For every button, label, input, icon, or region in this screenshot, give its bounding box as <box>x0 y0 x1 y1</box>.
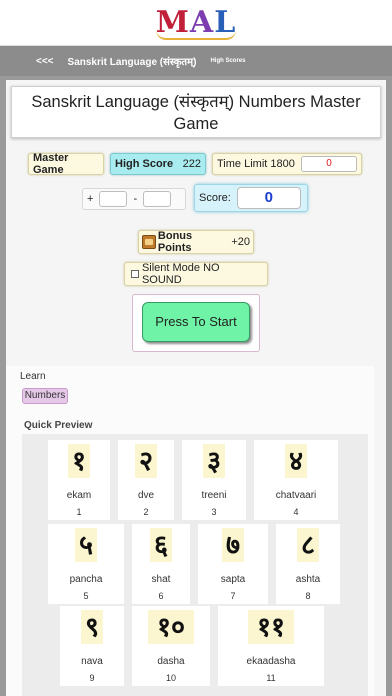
number-value: 5 <box>83 591 89 601</box>
high-score-value: 222 <box>182 158 201 170</box>
plus-label: + <box>87 193 94 205</box>
number-word: nava <box>81 656 103 667</box>
number-glyph: १ <box>71 446 87 477</box>
number-word: treeni <box>201 490 227 501</box>
number-card[interactable]: ८ ashta 8 <box>276 524 340 604</box>
back-link[interactable]: <<< <box>36 56 54 67</box>
number-word: shat <box>151 574 171 585</box>
number-word: pancha <box>69 574 103 585</box>
high-score-badge: High Score 222 <box>110 153 206 175</box>
high-score-label: High Score <box>115 158 174 170</box>
number-card[interactable]: ११ ekaadasha 11 <box>218 606 324 686</box>
time-limit-label: Time Limit 1800 <box>217 158 295 170</box>
number-value: 8 <box>305 591 311 601</box>
nav-title-link[interactable]: Sanskrit Language (संस्कृतम्) <box>68 54 197 68</box>
master-game-label: Master Game <box>33 152 69 176</box>
number-value: 2 <box>143 507 149 517</box>
number-value: 9 <box>89 673 95 683</box>
number-card[interactable]: ४ chatvaari 4 <box>254 440 338 520</box>
number-glyph: ९ <box>84 612 100 643</box>
app-header: MAL <box>0 0 392 46</box>
number-value: 1 <box>76 507 82 517</box>
number-word: ekam <box>66 490 92 501</box>
plus-input[interactable] <box>99 191 128 207</box>
high-scores-link[interactable]: High Scores <box>210 58 245 64</box>
number-value: 3 <box>211 507 217 517</box>
minus-input[interactable] <box>143 191 172 207</box>
answer-inputs: + - <box>82 188 186 210</box>
number-value: 6 <box>158 591 164 601</box>
number-glyph: १० <box>156 612 186 643</box>
numbers-link[interactable]: Numbers <box>22 388 68 404</box>
number-word: ashta <box>295 574 321 585</box>
number-word: ekaadasha <box>246 656 296 667</box>
number-word: sapta <box>220 574 246 585</box>
number-card[interactable]: २ dve 2 <box>118 440 174 520</box>
score-label: Score: <box>199 192 231 204</box>
bonus-points-value: +20 <box>231 236 250 248</box>
learn-heading: Learn <box>20 371 46 382</box>
silent-mode-label: Silent Mode NO SOUND <box>141 262 220 286</box>
number-value: 4 <box>293 507 299 517</box>
treasure-chest-icon <box>142 235 156 249</box>
score-display: 0 <box>236 187 301 209</box>
number-glyph: ६ <box>153 530 169 561</box>
time-limit-badge: Time Limit 1800 0 <box>212 153 362 175</box>
number-card[interactable]: ७ sapta 7 <box>198 524 268 604</box>
silent-mode-toggle[interactable]: Silent Mode NO SOUND <box>124 262 268 286</box>
number-value: 7 <box>230 591 236 601</box>
bonus-points-label: Bonus Points <box>157 230 193 254</box>
number-card[interactable]: १ ekam 1 <box>48 440 110 520</box>
bonus-points-badge: Bonus Points +20 <box>138 230 254 254</box>
number-glyph: ५ <box>78 530 94 561</box>
number-card[interactable]: १० dasha 10 <box>132 606 210 686</box>
number-glyph: ८ <box>300 530 316 561</box>
number-card[interactable]: ५ pancha 5 <box>48 524 124 604</box>
page-title: Sanskrit Language (संस्कृतम्) Numbers Ma… <box>11 86 381 138</box>
quick-preview-heading: Quick Preview <box>24 420 93 431</box>
number-card[interactable]: ३ treeni 3 <box>182 440 246 520</box>
number-word: dve <box>137 490 155 501</box>
quick-preview-grid: १ ekam 1 २ dve 2 ३ treeni 3 ४ chatvaari … <box>22 434 368 696</box>
nav-bar: <<< Sanskrit Language (संस्कृतम्) High S… <box>0 46 392 76</box>
number-word: dasha <box>157 656 185 667</box>
master-game-badge: Master Game <box>28 152 104 176</box>
number-glyph: ३ <box>206 446 222 477</box>
start-button[interactable]: Press To Start <box>142 302 250 342</box>
number-glyph: ४ <box>288 446 304 477</box>
score-panel: Score: 0 <box>194 184 308 212</box>
silent-mode-checkbox[interactable] <box>131 270 139 278</box>
number-glyph: २ <box>138 446 154 477</box>
number-card[interactable]: ६ shat 6 <box>132 524 190 604</box>
minus-label: - <box>133 193 138 205</box>
number-word: chatvaari <box>275 490 317 501</box>
number-card[interactable]: ९ nava 9 <box>60 606 124 686</box>
number-value: 10 <box>165 673 176 683</box>
number-glyph: ७ <box>225 530 241 561</box>
logo-swoosh <box>156 30 236 40</box>
timer-display: 0 <box>301 156 357 172</box>
number-glyph: ११ <box>256 612 286 643</box>
number-value: 11 <box>266 673 276 683</box>
